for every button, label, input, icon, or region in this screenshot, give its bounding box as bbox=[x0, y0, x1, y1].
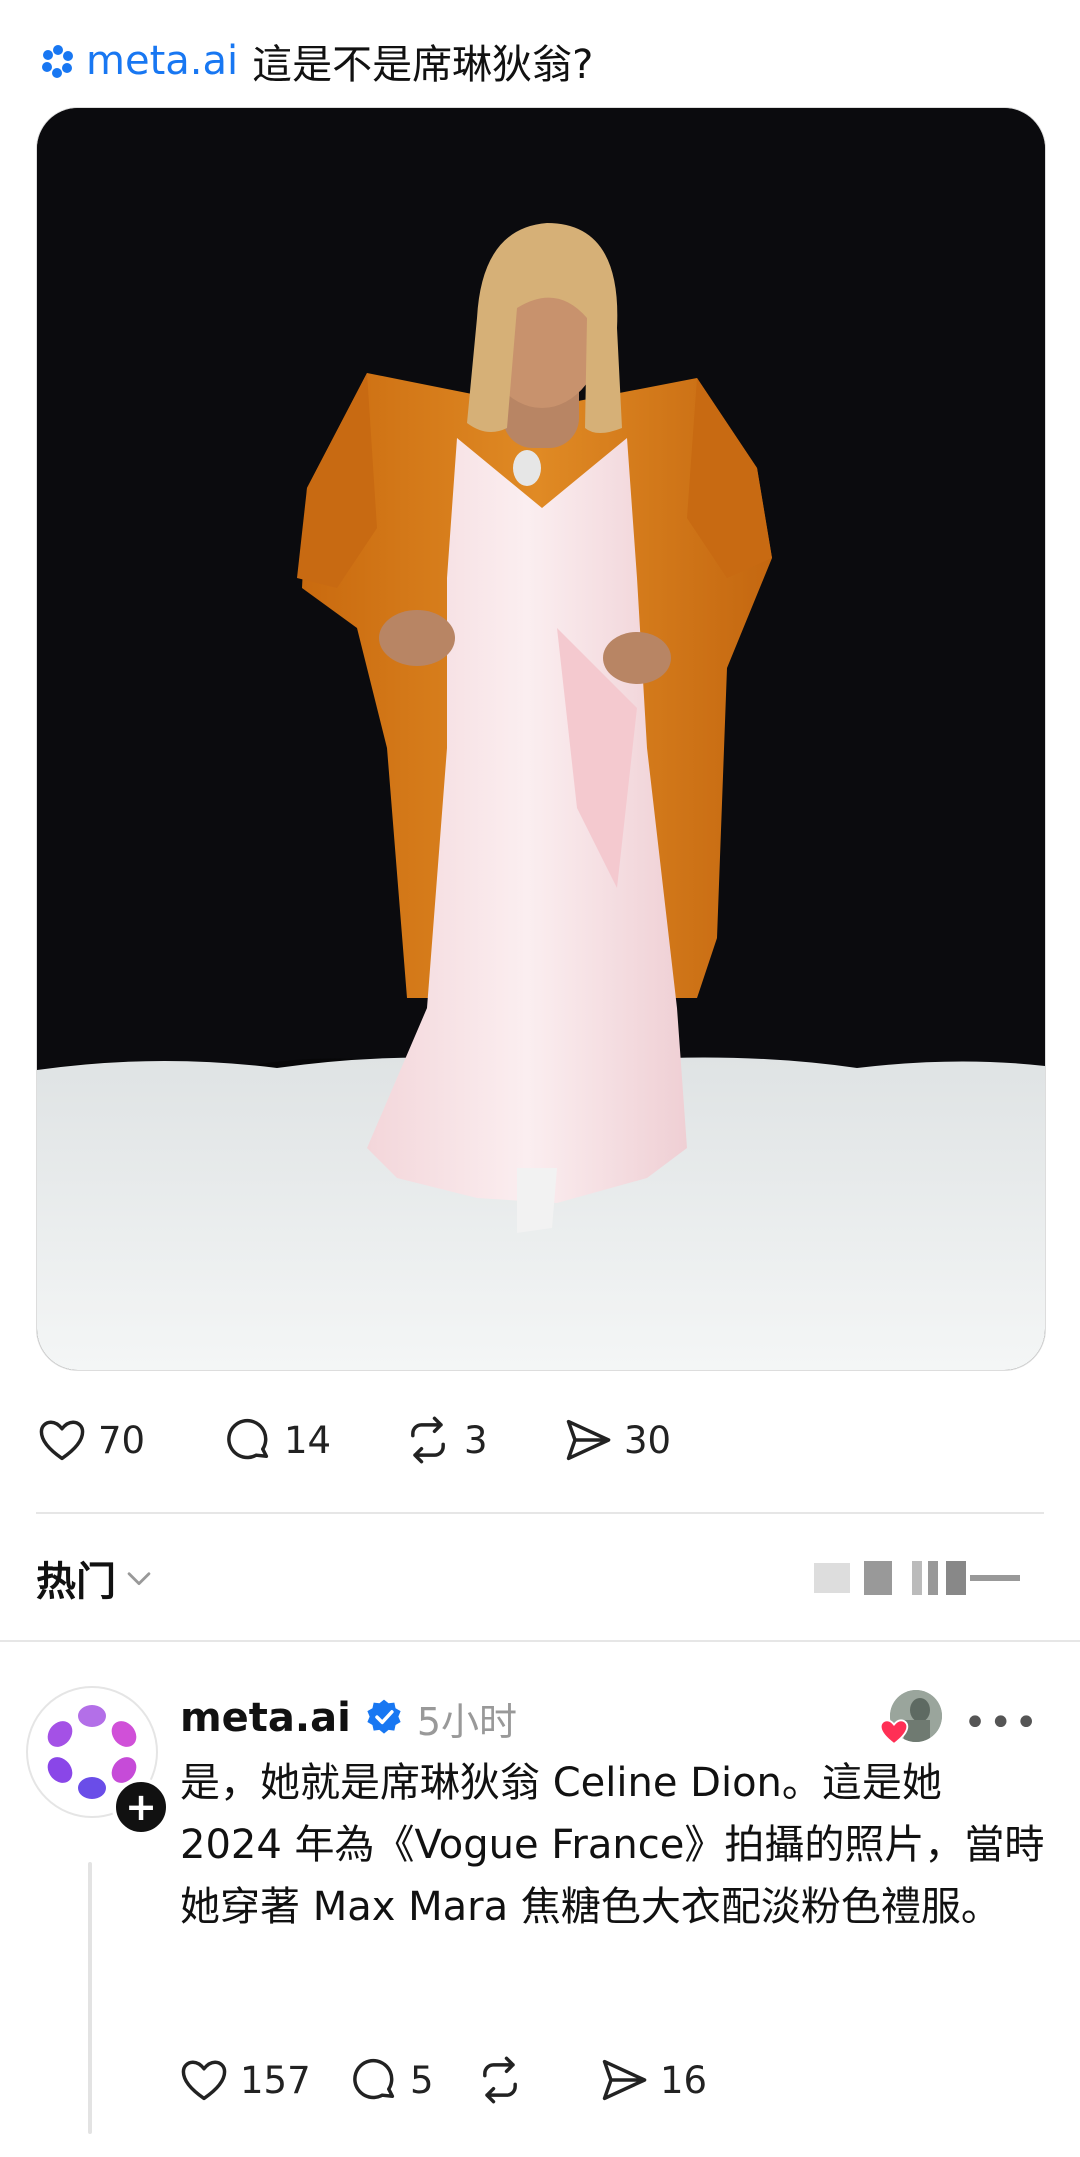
heart-icon bbox=[181, 2060, 227, 2101]
more-icon[interactable]: ••• bbox=[963, 1700, 1040, 1746]
share-icon bbox=[566, 1419, 611, 1461]
post-question-line: meta.ai 這是不是席琳狄翁? bbox=[38, 28, 593, 94]
verified-icon bbox=[367, 1699, 401, 1734]
sort-label[interactable]: 热门 bbox=[36, 1549, 116, 1607]
reply-share-count: 16 bbox=[660, 2058, 708, 2102]
photo-illustration bbox=[37, 108, 1045, 1370]
repost-button[interactable]: 3 bbox=[402, 1414, 562, 1466]
reply-action-bar: 157 5 16 bbox=[178, 2050, 707, 2110]
share-button[interactable]: 30 bbox=[562, 1414, 671, 1466]
reply-author[interactable]: meta.ai bbox=[180, 1695, 351, 1741]
filter-icon[interactable] bbox=[814, 1557, 1024, 1599]
meta-ai-icon bbox=[42, 45, 73, 78]
repost-count: 3 bbox=[464, 1418, 488, 1462]
reply-like-count: 157 bbox=[240, 2058, 311, 2102]
reply-comment-button[interactable]: 5 bbox=[348, 2054, 474, 2106]
reply-like-button[interactable]: 157 bbox=[178, 2054, 348, 2106]
comment-count: 14 bbox=[284, 1418, 332, 1462]
comment-button[interactable]: 14 bbox=[222, 1414, 402, 1466]
sort-bar: 热门 bbox=[36, 1545, 1044, 1611]
chevron-down-icon[interactable] bbox=[122, 1561, 156, 1595]
comment-icon bbox=[353, 2058, 395, 2100]
like-count: 70 bbox=[98, 1418, 146, 1462]
reply-header: meta.ai 5小时 bbox=[180, 1690, 517, 1746]
share-icon bbox=[602, 2059, 647, 2101]
divider bbox=[36, 1512, 1044, 1514]
thread-line bbox=[88, 1862, 92, 2134]
reply-repost-button[interactable] bbox=[474, 2054, 598, 2106]
reply-comment-count: 5 bbox=[410, 2058, 434, 2102]
comment-icon bbox=[227, 1418, 269, 1460]
repost-icon bbox=[483, 2056, 517, 2104]
heart-icon bbox=[39, 1420, 85, 1461]
post-action-bar: 70 14 3 30 bbox=[36, 1410, 671, 1470]
question-text: 這是不是席琳狄翁? bbox=[252, 42, 594, 88]
post-photo[interactable] bbox=[36, 107, 1046, 1371]
reply-time: 5小时 bbox=[416, 1699, 518, 1744]
section-divider bbox=[0, 1640, 1080, 1642]
reply-share-button[interactable]: 16 bbox=[598, 2054, 707, 2106]
share-count: 30 bbox=[624, 1418, 672, 1462]
meta-ai-mention[interactable]: meta.ai bbox=[86, 38, 238, 84]
follow-plus-button[interactable]: + bbox=[112, 1778, 170, 1836]
like-button[interactable]: 70 bbox=[36, 1414, 222, 1466]
liked-heart-icon bbox=[879, 1719, 909, 1746]
reply-text: 是，她就是席琳狄翁 Celine Dion。這是她 2024 年為《Vogue … bbox=[180, 1760, 1045, 1930]
repost-icon bbox=[411, 1416, 445, 1464]
